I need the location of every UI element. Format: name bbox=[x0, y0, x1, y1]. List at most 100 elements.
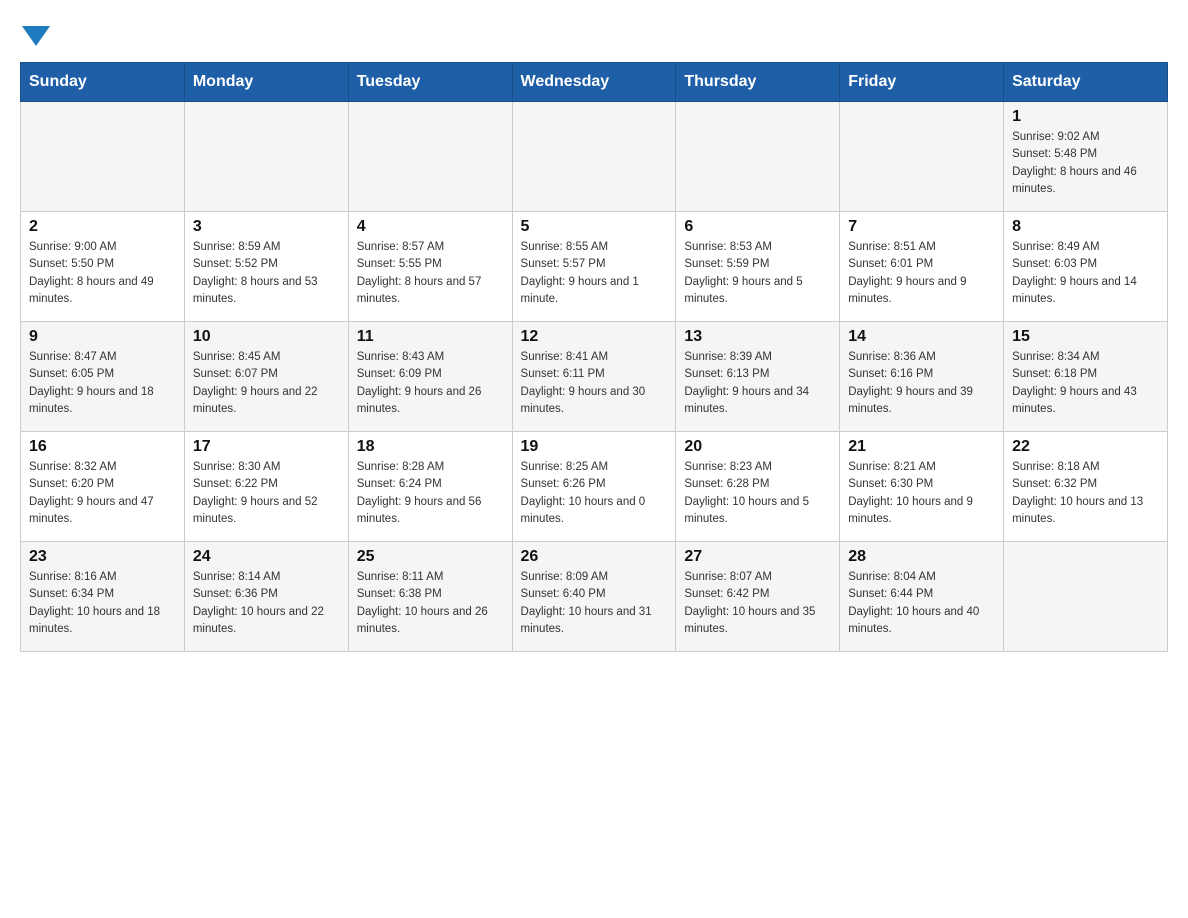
day-info: Sunrise: 8:39 AM Sunset: 6:13 PM Dayligh… bbox=[684, 349, 831, 418]
calendar-cell: 1 Sunrise: 9:02 AM Sunset: 5:48 PM Daylig… bbox=[1004, 102, 1168, 212]
day-number: 3 bbox=[193, 218, 340, 236]
day-info: Sunrise: 8:18 AM Sunset: 6:32 PM Dayligh… bbox=[1012, 459, 1159, 528]
day-number: 11 bbox=[357, 328, 504, 346]
day-info: Sunrise: 8:28 AM Sunset: 6:24 PM Dayligh… bbox=[357, 459, 504, 528]
calendar-cell: 3 Sunrise: 8:59 AM Sunset: 5:52 PM Daylig… bbox=[184, 212, 348, 322]
weekday-header-sunday: Sunday bbox=[21, 63, 185, 102]
calendar-cell: 28 Sunrise: 8:04 AM Sunset: 6:44 PM Dayli… bbox=[840, 542, 1004, 652]
calendar-cell: 15 Sunrise: 8:34 AM Sunset: 6:18 PM Dayli… bbox=[1004, 322, 1168, 432]
calendar-cell: 25 Sunrise: 8:11 AM Sunset: 6:38 PM Dayli… bbox=[348, 542, 512, 652]
day-info: Sunrise: 8:45 AM Sunset: 6:07 PM Dayligh… bbox=[193, 349, 340, 418]
day-info: Sunrise: 8:16 AM Sunset: 6:34 PM Dayligh… bbox=[29, 569, 176, 638]
calendar-week-1: 1 Sunrise: 9:02 AM Sunset: 5:48 PM Daylig… bbox=[21, 102, 1168, 212]
calendar-cell: 2 Sunrise: 9:00 AM Sunset: 5:50 PM Daylig… bbox=[21, 212, 185, 322]
day-number: 13 bbox=[684, 328, 831, 346]
calendar-table: SundayMondayTuesdayWednesdayThursdayFrid… bbox=[20, 62, 1168, 652]
calendar-week-3: 9 Sunrise: 8:47 AM Sunset: 6:05 PM Daylig… bbox=[21, 322, 1168, 432]
weekday-header-thursday: Thursday bbox=[676, 63, 840, 102]
logo bbox=[20, 20, 50, 46]
calendar-cell: 17 Sunrise: 8:30 AM Sunset: 6:22 PM Dayli… bbox=[184, 432, 348, 542]
day-info: Sunrise: 8:23 AM Sunset: 6:28 PM Dayligh… bbox=[684, 459, 831, 528]
day-number: 9 bbox=[29, 328, 176, 346]
calendar-cell: 21 Sunrise: 8:21 AM Sunset: 6:30 PM Dayli… bbox=[840, 432, 1004, 542]
day-info: Sunrise: 8:43 AM Sunset: 6:09 PM Dayligh… bbox=[357, 349, 504, 418]
day-info: Sunrise: 8:47 AM Sunset: 6:05 PM Dayligh… bbox=[29, 349, 176, 418]
calendar-cell: 24 Sunrise: 8:14 AM Sunset: 6:36 PM Dayli… bbox=[184, 542, 348, 652]
day-info: Sunrise: 8:59 AM Sunset: 5:52 PM Dayligh… bbox=[193, 239, 340, 308]
day-info: Sunrise: 8:51 AM Sunset: 6:01 PM Dayligh… bbox=[848, 239, 995, 308]
weekday-header-friday: Friday bbox=[840, 63, 1004, 102]
day-info: Sunrise: 8:53 AM Sunset: 5:59 PM Dayligh… bbox=[684, 239, 831, 308]
logo-arrow-icon bbox=[22, 26, 50, 46]
day-number: 18 bbox=[357, 438, 504, 456]
day-info: Sunrise: 8:32 AM Sunset: 6:20 PM Dayligh… bbox=[29, 459, 176, 528]
day-number: 16 bbox=[29, 438, 176, 456]
calendar-cell: 27 Sunrise: 8:07 AM Sunset: 6:42 PM Dayli… bbox=[676, 542, 840, 652]
day-info: Sunrise: 8:11 AM Sunset: 6:38 PM Dayligh… bbox=[357, 569, 504, 638]
day-info: Sunrise: 8:49 AM Sunset: 6:03 PM Dayligh… bbox=[1012, 239, 1159, 308]
day-number: 12 bbox=[521, 328, 668, 346]
calendar-week-5: 23 Sunrise: 8:16 AM Sunset: 6:34 PM Dayli… bbox=[21, 542, 1168, 652]
weekday-header-saturday: Saturday bbox=[1004, 63, 1168, 102]
day-info: Sunrise: 8:41 AM Sunset: 6:11 PM Dayligh… bbox=[521, 349, 668, 418]
day-number: 10 bbox=[193, 328, 340, 346]
day-info: Sunrise: 8:14 AM Sunset: 6:36 PM Dayligh… bbox=[193, 569, 340, 638]
day-number: 19 bbox=[521, 438, 668, 456]
day-number: 23 bbox=[29, 548, 176, 566]
day-number: 21 bbox=[848, 438, 995, 456]
day-info: Sunrise: 8:09 AM Sunset: 6:40 PM Dayligh… bbox=[521, 569, 668, 638]
calendar-cell bbox=[1004, 542, 1168, 652]
calendar-header: SundayMondayTuesdayWednesdayThursdayFrid… bbox=[21, 63, 1168, 102]
calendar-cell: 11 Sunrise: 8:43 AM Sunset: 6:09 PM Dayli… bbox=[348, 322, 512, 432]
day-info: Sunrise: 8:21 AM Sunset: 6:30 PM Dayligh… bbox=[848, 459, 995, 528]
day-number: 1 bbox=[1012, 108, 1159, 126]
calendar-cell: 23 Sunrise: 8:16 AM Sunset: 6:34 PM Dayli… bbox=[21, 542, 185, 652]
weekday-header-tuesday: Tuesday bbox=[348, 63, 512, 102]
day-number: 22 bbox=[1012, 438, 1159, 456]
day-number: 26 bbox=[521, 548, 668, 566]
page-header bbox=[20, 20, 1168, 46]
weekday-header-wednesday: Wednesday bbox=[512, 63, 676, 102]
day-number: 15 bbox=[1012, 328, 1159, 346]
day-info: Sunrise: 8:30 AM Sunset: 6:22 PM Dayligh… bbox=[193, 459, 340, 528]
weekday-header-row: SundayMondayTuesdayWednesdayThursdayFrid… bbox=[21, 63, 1168, 102]
calendar-cell bbox=[21, 102, 185, 212]
calendar-cell: 4Sunrise: 8:57 AM Sunset: 5:55 PM Daylig… bbox=[348, 212, 512, 322]
calendar-cell bbox=[512, 102, 676, 212]
day-number: 5 bbox=[521, 218, 668, 236]
calendar-cell: 6 Sunrise: 8:53 AM Sunset: 5:59 PM Daylig… bbox=[676, 212, 840, 322]
calendar-week-2: 2 Sunrise: 9:00 AM Sunset: 5:50 PM Daylig… bbox=[21, 212, 1168, 322]
day-number: 8 bbox=[1012, 218, 1159, 236]
calendar-cell bbox=[676, 102, 840, 212]
calendar-cell: 10 Sunrise: 8:45 AM Sunset: 6:07 PM Dayli… bbox=[184, 322, 348, 432]
day-number: 24 bbox=[193, 548, 340, 566]
day-number: 14 bbox=[848, 328, 995, 346]
calendar-cell: 12 Sunrise: 8:41 AM Sunset: 6:11 PM Dayli… bbox=[512, 322, 676, 432]
calendar-cell: 14 Sunrise: 8:36 AM Sunset: 6:16 PM Dayli… bbox=[840, 322, 1004, 432]
calendar-cell: 7 Sunrise: 8:51 AM Sunset: 6:01 PM Daylig… bbox=[840, 212, 1004, 322]
day-number: 6 bbox=[684, 218, 831, 236]
day-info: Sunrise: 8:04 AM Sunset: 6:44 PM Dayligh… bbox=[848, 569, 995, 638]
day-info: Sunrise: 8:07 AM Sunset: 6:42 PM Dayligh… bbox=[684, 569, 831, 638]
day-info: Sunrise: 9:02 AM Sunset: 5:48 PM Dayligh… bbox=[1012, 129, 1159, 198]
day-info: Sunrise: 8:34 AM Sunset: 6:18 PM Dayligh… bbox=[1012, 349, 1159, 418]
calendar-cell: 9 Sunrise: 8:47 AM Sunset: 6:05 PM Daylig… bbox=[21, 322, 185, 432]
day-info: Sunrise: 9:00 AM Sunset: 5:50 PM Dayligh… bbox=[29, 239, 176, 308]
calendar-cell bbox=[348, 102, 512, 212]
day-number: 7 bbox=[848, 218, 995, 236]
calendar-cell: 5 Sunrise: 8:55 AM Sunset: 5:57 PM Daylig… bbox=[512, 212, 676, 322]
day-number: 17 bbox=[193, 438, 340, 456]
day-info: Sunrise: 8:36 AM Sunset: 6:16 PM Dayligh… bbox=[848, 349, 995, 418]
day-number: 27 bbox=[684, 548, 831, 566]
day-info: Sunrise: 8:55 AM Sunset: 5:57 PM Dayligh… bbox=[521, 239, 668, 308]
day-number: 25 bbox=[357, 548, 504, 566]
calendar-cell: 18 Sunrise: 8:28 AM Sunset: 6:24 PM Dayli… bbox=[348, 432, 512, 542]
day-number: 20 bbox=[684, 438, 831, 456]
weekday-header-monday: Monday bbox=[184, 63, 348, 102]
calendar-week-4: 16 Sunrise: 8:32 AM Sunset: 6:20 PM Dayli… bbox=[21, 432, 1168, 542]
day-info: Sunrise: 8:25 AM Sunset: 6:26 PM Dayligh… bbox=[521, 459, 668, 528]
day-number: 4 bbox=[357, 218, 504, 236]
calendar-cell: 16 Sunrise: 8:32 AM Sunset: 6:20 PM Dayli… bbox=[21, 432, 185, 542]
day-number: 2 bbox=[29, 218, 176, 236]
day-number: 28 bbox=[848, 548, 995, 566]
